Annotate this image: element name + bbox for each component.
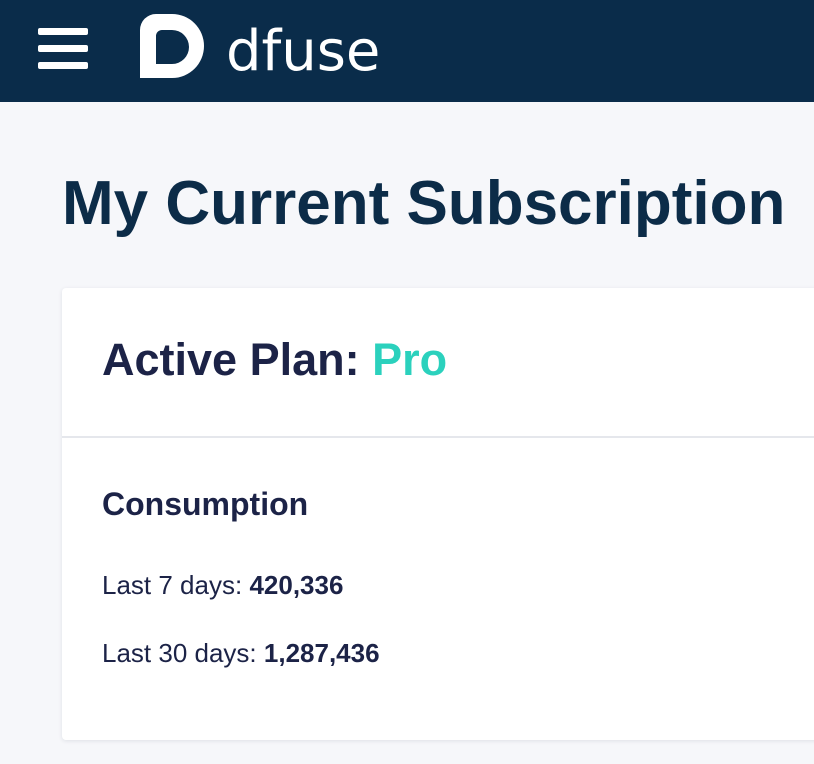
- stat-value: 420,336: [249, 570, 344, 600]
- stat-label: Last 30 days:: [102, 638, 257, 668]
- brand-name: dfuse: [226, 19, 381, 84]
- consumption-row-7-days: Last 7 days: 420,336: [102, 568, 343, 602]
- menu-bar-line: [38, 45, 88, 52]
- stat-value: 1,287,436: [263, 638, 380, 668]
- active-plan-heading: Active Plan: Pro: [102, 332, 447, 388]
- consumption-row-30-days: Last 30 days: 1,287,436: [102, 636, 380, 670]
- plan-name: Pro: [372, 334, 448, 385]
- dfuse-logo-icon: [140, 14, 204, 78]
- brand-logo[interactable]: dfuse: [140, 14, 381, 84]
- menu-bar-line: [38, 62, 88, 69]
- card-header: Active Plan: Pro: [62, 288, 814, 438]
- active-plan-label: Active Plan:: [102, 334, 360, 385]
- subscription-card: Active Plan: Pro Consumption Last 7 days…: [62, 288, 814, 740]
- top-navigation-bar: dfuse: [0, 0, 814, 102]
- menu-bar-line: [38, 28, 88, 35]
- consumption-title: Consumption: [102, 486, 309, 522]
- stat-label: Last 7 days:: [102, 570, 243, 600]
- page-title: My Current Subscription: [62, 169, 786, 238]
- hamburger-menu-icon[interactable]: [38, 28, 90, 70]
